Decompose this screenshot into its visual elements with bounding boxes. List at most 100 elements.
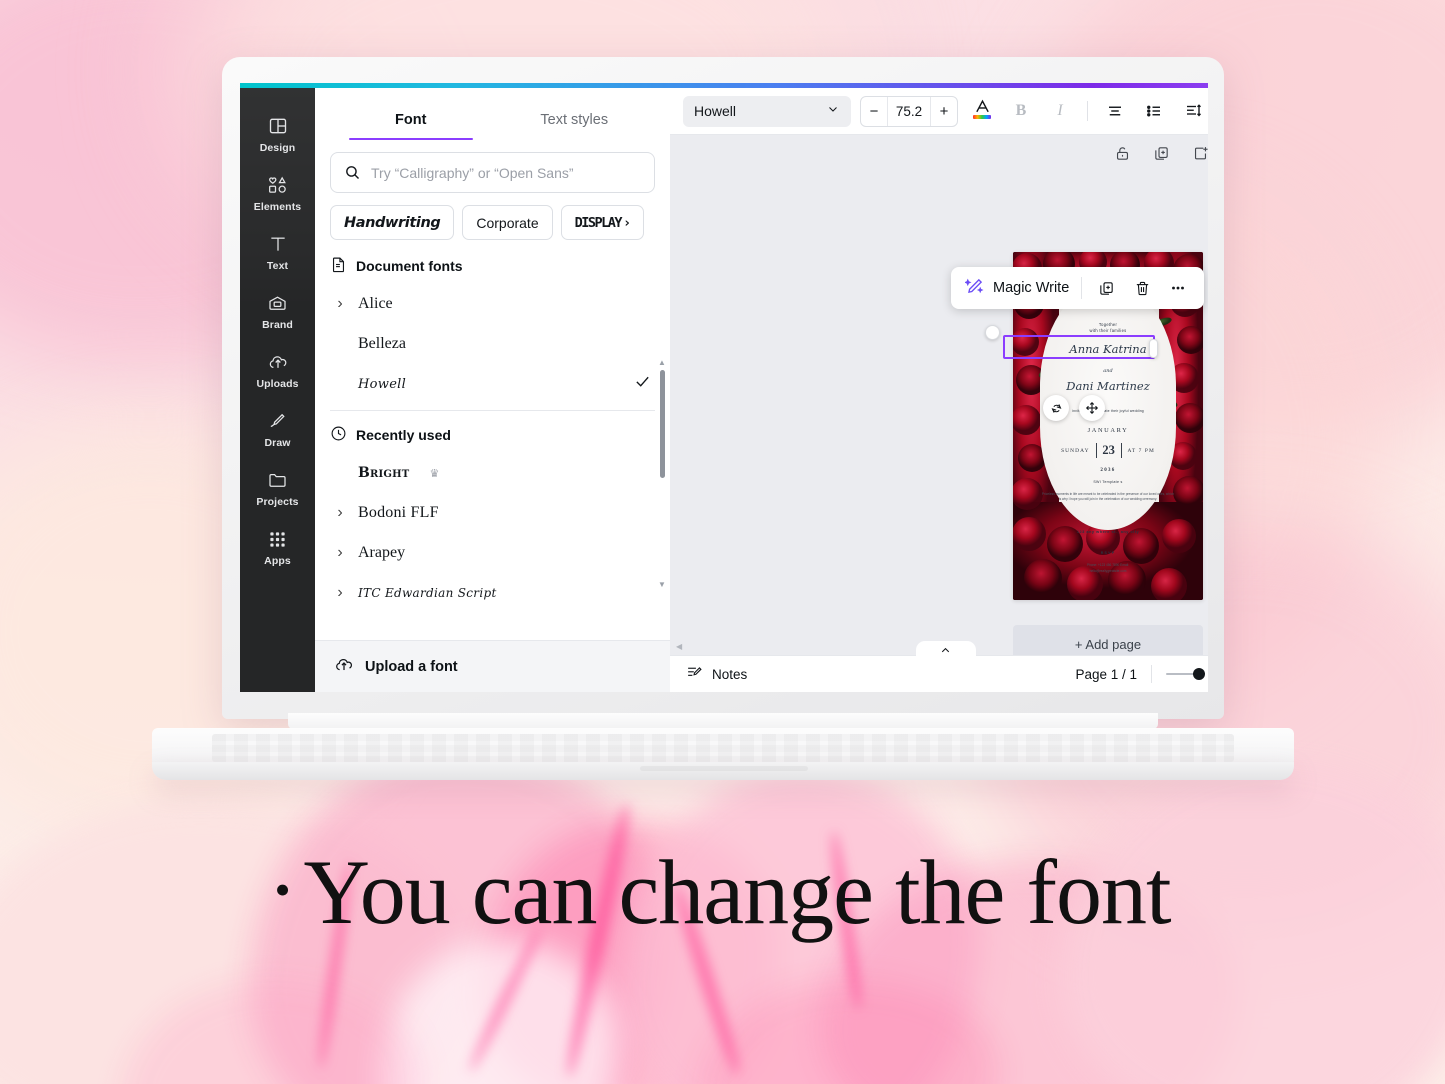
text-color-icon [971, 99, 993, 123]
panel-scrollbar[interactable]: ▲ ▼ [657, 358, 667, 588]
scrollbar-thumb[interactable] [660, 370, 666, 478]
card-date-divider [1121, 443, 1122, 458]
chip-label: Handwriting [344, 215, 440, 231]
collapse-panel-button[interactable] [916, 641, 976, 657]
caption-bullet: • [274, 864, 289, 915]
horizontal-scroll-arrow-icon[interactable]: ◀ [676, 642, 686, 652]
sidebar-item-uploads[interactable]: Uploads [243, 340, 313, 399]
rotate-button[interactable] [1043, 395, 1069, 421]
add-page-button[interactable]: + Add page [1013, 625, 1203, 655]
font-item-bright[interactable]: Bright ♛ [330, 453, 655, 493]
panel-tabs: Font Text styles [315, 88, 670, 140]
font-item-howell[interactable]: Howell [330, 364, 655, 404]
font-item-alice[interactable]: › Alice [330, 284, 655, 324]
toolbar-divider [1087, 101, 1088, 121]
tab-font[interactable]: Font [329, 102, 493, 140]
chevron-down-icon [826, 102, 840, 121]
font-name: Bodoni FLF [358, 504, 439, 522]
resize-handle[interactable] [1149, 339, 1158, 358]
rotate-icon [1050, 402, 1063, 415]
list-button[interactable] [1139, 96, 1169, 126]
font-item-belleza[interactable]: Belleza [330, 324, 655, 364]
bottom-bar: Notes Page 1 / 1 [670, 655, 1208, 692]
chip-display[interactable]: DISPLAY › [561, 205, 644, 240]
font-item-arapey[interactable]: › Arapey [330, 533, 655, 573]
sidebar-item-apps[interactable]: Apps [243, 517, 313, 576]
font-size-value[interactable]: 75.2 [887, 97, 931, 126]
delete-icon[interactable] [1130, 276, 1154, 300]
search-placeholder: Try “Calligraphy” or “Open Sans” [371, 165, 574, 181]
bottom-right-controls: Page 1 / 1 [1075, 665, 1205, 683]
font-family-select[interactable]: Howell [683, 96, 851, 127]
card-name-2[interactable]: Dani Martinez [1013, 379, 1203, 393]
card-month: JANUARY [1013, 427, 1203, 434]
chip-handwriting[interactable]: Handwriting [330, 205, 454, 240]
chevron-right-icon[interactable]: › [334, 584, 346, 602]
upload-font-button[interactable]: Upload a font [315, 640, 670, 692]
sidebar-item-text[interactable]: Text [243, 222, 313, 281]
chip-corporate[interactable]: Corporate [462, 205, 552, 240]
card-day-number: 23 [1102, 443, 1115, 458]
card-template-line: SWI Template s [1013, 480, 1203, 484]
sidebar-item-brand[interactable]: Brand [243, 281, 313, 340]
font-item-bodoni-flf[interactable]: › Bodoni FLF [330, 493, 655, 533]
scroll-down-arrow-icon[interactable]: ▼ [658, 580, 666, 588]
brand-icon [267, 292, 289, 314]
chevron-right-icon[interactable]: › [334, 544, 346, 562]
toolbar-divider [1081, 277, 1082, 299]
chevron-right-icon[interactable]: › [334, 504, 346, 522]
duplicate-page-icon[interactable] [1153, 145, 1170, 167]
tab-text-styles[interactable]: Text styles [493, 102, 657, 140]
sidebar-item-projects[interactable]: Projects [243, 458, 313, 517]
bold-icon: B [1016, 102, 1027, 120]
sidebar-item-label: Draw [264, 437, 290, 449]
bold-button[interactable]: B [1006, 96, 1036, 126]
laptop-screen: Design Elements [240, 83, 1208, 692]
font-list-container: Document fonts › Alice Belleza Ho [315, 240, 670, 640]
align-center-icon [1106, 102, 1124, 120]
crown-icon: ♛ [429, 467, 439, 480]
sidebar-item-draw[interactable]: Draw [243, 399, 313, 458]
upload-cloud-icon [334, 655, 354, 679]
search-input[interactable]: Try “Calligraphy” or “Open Sans” [330, 152, 655, 193]
lock-icon[interactable] [1114, 145, 1131, 167]
editor-area: Howell − 75.2 + [670, 88, 1208, 692]
section-recently-used: Recently used [330, 411, 655, 453]
chip-label: Corporate [476, 215, 538, 231]
align-button[interactable] [1100, 96, 1130, 126]
font-size-increase-button[interactable]: + [931, 97, 957, 126]
text-color-button[interactable] [967, 96, 997, 126]
card-rsvp: RSVP [1013, 551, 1203, 555]
font-name: Belleza [358, 335, 406, 353]
section-title: Recently used [356, 427, 451, 443]
italic-button[interactable]: I [1045, 96, 1075, 126]
move-button[interactable] [1079, 395, 1105, 421]
search-icon [344, 164, 361, 181]
font-size-decrease-button[interactable]: − [861, 97, 887, 126]
zoom-slider-track[interactable] [1166, 673, 1194, 675]
rotate-handle[interactable] [985, 325, 1000, 340]
line-spacing-icon [1184, 102, 1202, 120]
text-selection-box[interactable] [1003, 335, 1155, 359]
magic-write-button[interactable]: Magic Write [965, 277, 1069, 300]
chevron-right-icon[interactable]: › [334, 295, 346, 313]
scroll-up-arrow-icon[interactable]: ▲ [658, 358, 666, 366]
apps-icon [267, 528, 289, 550]
toolbar-divider [1151, 665, 1152, 683]
add-page-icon[interactable] [1192, 145, 1208, 167]
laptop-base-front [152, 762, 1294, 780]
sidebar-item-elements[interactable]: Elements [243, 163, 313, 222]
notes-button[interactable]: Notes [686, 664, 747, 684]
font-name: Arapey [358, 544, 405, 562]
duplicate-icon[interactable] [1094, 276, 1118, 300]
design-icon [267, 115, 289, 137]
font-item-itc-edwardian-script[interactable]: › ITC Edwardian Script [330, 573, 655, 613]
font-size-stepper[interactable]: − 75.2 + [860, 96, 958, 127]
card-date-line: SUNDAY 23 AT 7 PM [1013, 443, 1203, 458]
zoom-slider-thumb[interactable] [1193, 668, 1205, 680]
zoom-slider[interactable] [1166, 668, 1205, 680]
spacing-button[interactable] [1178, 96, 1208, 126]
more-options-icon[interactable] [1166, 276, 1190, 300]
tab-label: Font [395, 112, 426, 128]
sidebar-item-design[interactable]: Design [243, 104, 313, 163]
